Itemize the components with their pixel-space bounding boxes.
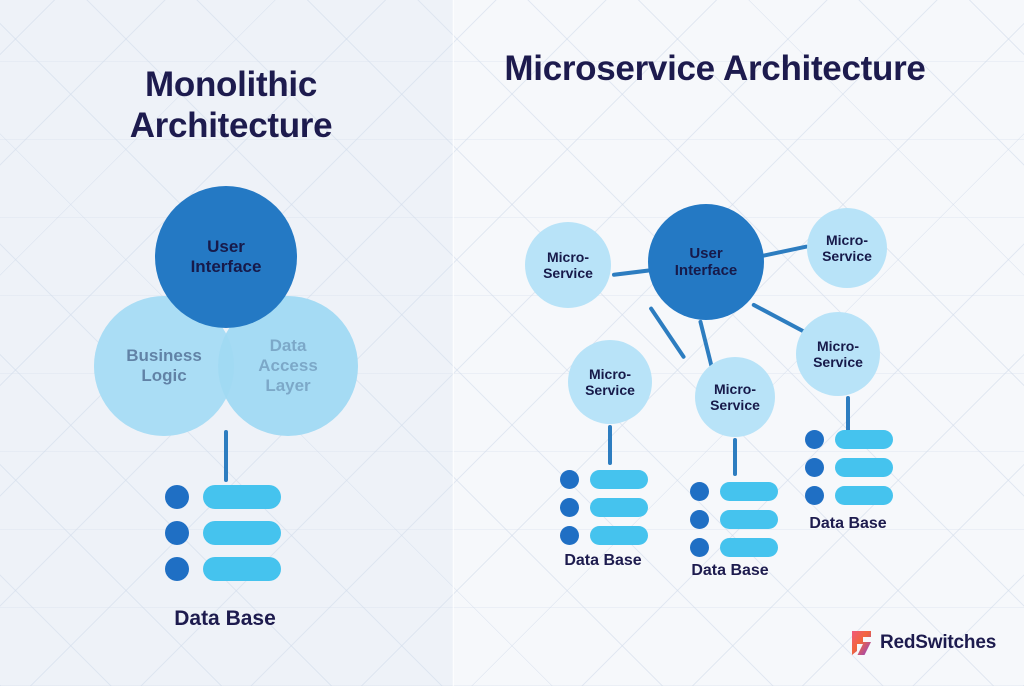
circle-label-line-1: Micro- [825, 231, 868, 248]
circle-label-line-1: User [689, 244, 723, 262]
circle-label-line-1: Micro- [546, 248, 589, 265]
database-dot [805, 458, 824, 477]
database-bar [203, 557, 281, 581]
connector-ms-bottom-left-to-db [608, 425, 612, 465]
database-bar [835, 430, 893, 449]
connector-ms-right-lower-to-db [846, 396, 850, 432]
database-bar [720, 510, 778, 529]
circle-label-line-2: Interface [190, 257, 262, 276]
circle-label-line-1: Data [269, 336, 307, 356]
circle-label-line-2: Service [585, 382, 635, 398]
brand-logo-text: RedSwitches [880, 632, 997, 653]
database-bar [720, 538, 778, 557]
panel-divider [452, 0, 454, 686]
database-bar [835, 458, 893, 477]
redswitches-logo-mark-icon [852, 631, 871, 655]
circle-label-line-2: Service [822, 248, 872, 264]
database-icon-monolithic[interactable] [165, 485, 281, 581]
database-dot [165, 557, 189, 581]
circle-label-line-1: Micro- [588, 365, 631, 382]
microservice-panel [453, 0, 1024, 686]
circle-label-line-2: Interface [674, 262, 738, 279]
circle-label-line-3: Layer [265, 375, 311, 395]
circle-label-line-2: Service [813, 354, 863, 370]
circle-label-line-2: Service [710, 397, 760, 413]
database-dot [165, 485, 189, 509]
circle-user-interface-center[interactable]: User Interface [648, 204, 764, 320]
title-line-2: Architecture [129, 106, 333, 146]
database-dot [690, 538, 709, 557]
database-dot [560, 470, 579, 489]
database-icon-left[interactable] [560, 470, 648, 545]
database-bar [835, 486, 893, 505]
connector-venn-to-database [224, 430, 228, 482]
circle-microservice-right-lower[interactable]: Micro- Service [796, 312, 880, 396]
circle-label-line-2: Access [258, 356, 318, 376]
page-title-microservice: Microservice Architecture [470, 48, 960, 89]
circle-microservice-top-right[interactable]: Micro- Service [807, 208, 887, 288]
database-dot [560, 526, 579, 545]
database-bar [720, 482, 778, 501]
database-dot [805, 430, 824, 449]
connector-ms-bottom-mid-to-db [733, 438, 737, 476]
brand-logo[interactable]: RedSwitches [851, 630, 996, 656]
title-line-1: Monolithic [145, 65, 317, 104]
database-icon-middle[interactable] [690, 482, 778, 557]
circle-microservice-bottom-middle[interactable]: Micro- Service [695, 357, 775, 437]
circle-label-line-1: Micro- [816, 337, 859, 354]
database-label-left: Data Base [564, 552, 642, 569]
circle-microservice-left[interactable]: Micro- Service [525, 222, 611, 308]
circle-label-line-1: Business [126, 346, 202, 366]
title-line-1: Microservice [504, 49, 715, 88]
database-dot [165, 521, 189, 545]
database-label-monolithic: Data Base [174, 607, 276, 630]
database-icon-right[interactable] [805, 430, 893, 505]
database-bar [203, 521, 281, 545]
circle-label-line-1: Micro- [713, 380, 756, 397]
database-dot [805, 486, 824, 505]
database-bar [203, 485, 281, 509]
diagram-canvas: Monolithic Architecture Business Logic D… [0, 0, 1024, 686]
database-label-middle: Data Base [691, 562, 769, 579]
circle-label-line-1: User [207, 237, 245, 257]
circle-microservice-bottom-left[interactable]: Micro- Service [568, 340, 652, 424]
database-bar [590, 526, 648, 545]
title-line-2: Architecture [722, 49, 926, 88]
circle-user-interface[interactable]: User Interface [155, 186, 297, 328]
database-label-right: Data Base [809, 515, 887, 532]
database-bar [590, 470, 648, 489]
database-dot [690, 510, 709, 529]
database-bar [590, 498, 648, 517]
circle-label-line-2: Service [543, 265, 593, 281]
database-dot [690, 482, 709, 501]
page-title-monolithic: Monolithic Architecture [46, 64, 416, 147]
database-dot [560, 498, 579, 517]
circle-label-line-2: Logic [141, 366, 187, 385]
